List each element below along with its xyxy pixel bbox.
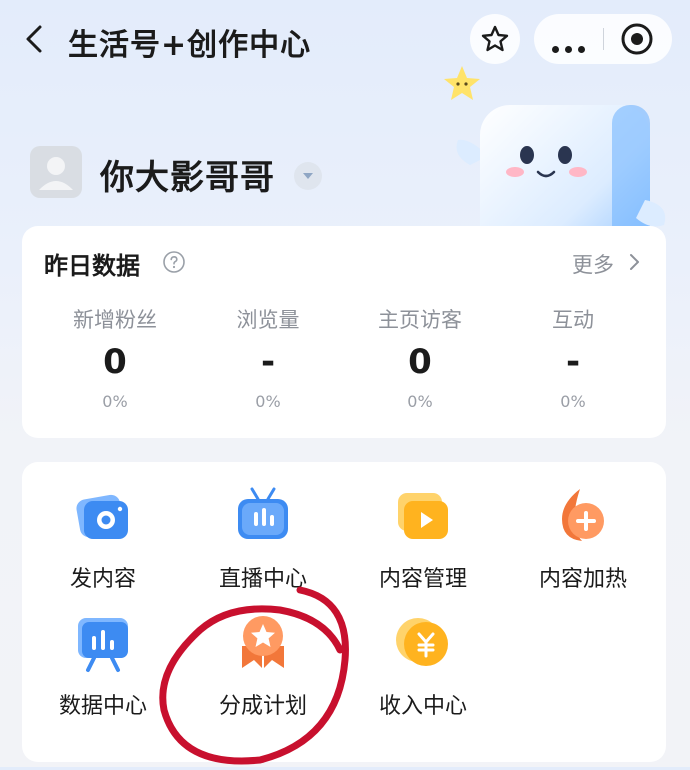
stat-homepage-visitors[interactable]: 主页访客 0 0%: [345, 304, 495, 411]
tool-content-management[interactable]: 内容管理: [348, 485, 498, 593]
stat-change: 0%: [560, 392, 586, 411]
stat-label: 互动: [552, 308, 594, 332]
tool-publish-content[interactable]: 发内容: [28, 485, 178, 593]
user-avatar-icon: [39, 157, 73, 190]
stat-value: 0: [103, 342, 127, 382]
stat-change: 0%: [102, 392, 128, 411]
stat-label: 新增粉丝: [73, 308, 157, 332]
tool-income-center[interactable]: 收入中心: [348, 612, 498, 720]
back-chevron-icon[interactable]: [18, 22, 52, 56]
stat-label: 浏览量: [236, 308, 300, 332]
star-icon: [481, 25, 509, 52]
video-folder-icon: [398, 493, 448, 539]
flame-plus-icon: [562, 489, 604, 541]
target-icon[interactable]: [620, 22, 654, 56]
tool-label: 内容管理: [378, 567, 467, 592]
stat-value: 0: [408, 342, 432, 382]
tool-live-center[interactable]: 直播中心: [188, 485, 338, 593]
stat-change: 0%: [407, 392, 433, 411]
stat-change: 0%: [255, 392, 281, 411]
chart-board-icon: [78, 618, 128, 672]
stat-new-fans[interactable]: 新增粉丝 0 0%: [40, 304, 190, 411]
tool-label: 收入中心: [378, 694, 467, 719]
stat-views[interactable]: 浏览量 - 0%: [193, 304, 343, 411]
capsule-divider: [603, 28, 604, 50]
tool-data-center[interactable]: 数据中心: [28, 612, 178, 720]
stats-title: 昨日数据: [44, 252, 140, 280]
camera-icon: [76, 494, 128, 539]
more-dots-icon[interactable]: [552, 38, 591, 57]
username: 你大影哥哥: [100, 158, 275, 198]
tool-label: 直播中心: [218, 567, 307, 592]
tool-label: 发内容: [69, 567, 136, 592]
account-switch-button[interactable]: [294, 162, 322, 190]
star-medal-icon: [242, 616, 284, 668]
tool-content-boost[interactable]: 内容加热: [508, 485, 658, 593]
tool-label: 分成计划: [218, 694, 307, 719]
stat-value: -: [260, 342, 276, 382]
tool-revenue-share-plan[interactable]: 分成计划: [188, 612, 338, 720]
favorite-button[interactable]: [470, 14, 520, 64]
stat-value: -: [565, 342, 581, 382]
stat-label: 主页访客: [378, 308, 462, 332]
avatar[interactable]: [30, 146, 82, 198]
tool-label: 内容加热: [538, 567, 627, 592]
stat-interactions[interactable]: 互动 - 0%: [498, 304, 648, 411]
yuan-coin-icon: [396, 618, 448, 666]
page-title: 生活号+创作中心: [68, 28, 312, 63]
tool-label: 数据中心: [58, 694, 147, 719]
chevron-right-icon[interactable]: [626, 252, 642, 272]
stats-more-link[interactable]: 更多: [572, 249, 614, 279]
live-tv-icon: [238, 487, 288, 539]
help-icon[interactable]: [162, 250, 186, 274]
caret-down-icon: [303, 173, 313, 179]
